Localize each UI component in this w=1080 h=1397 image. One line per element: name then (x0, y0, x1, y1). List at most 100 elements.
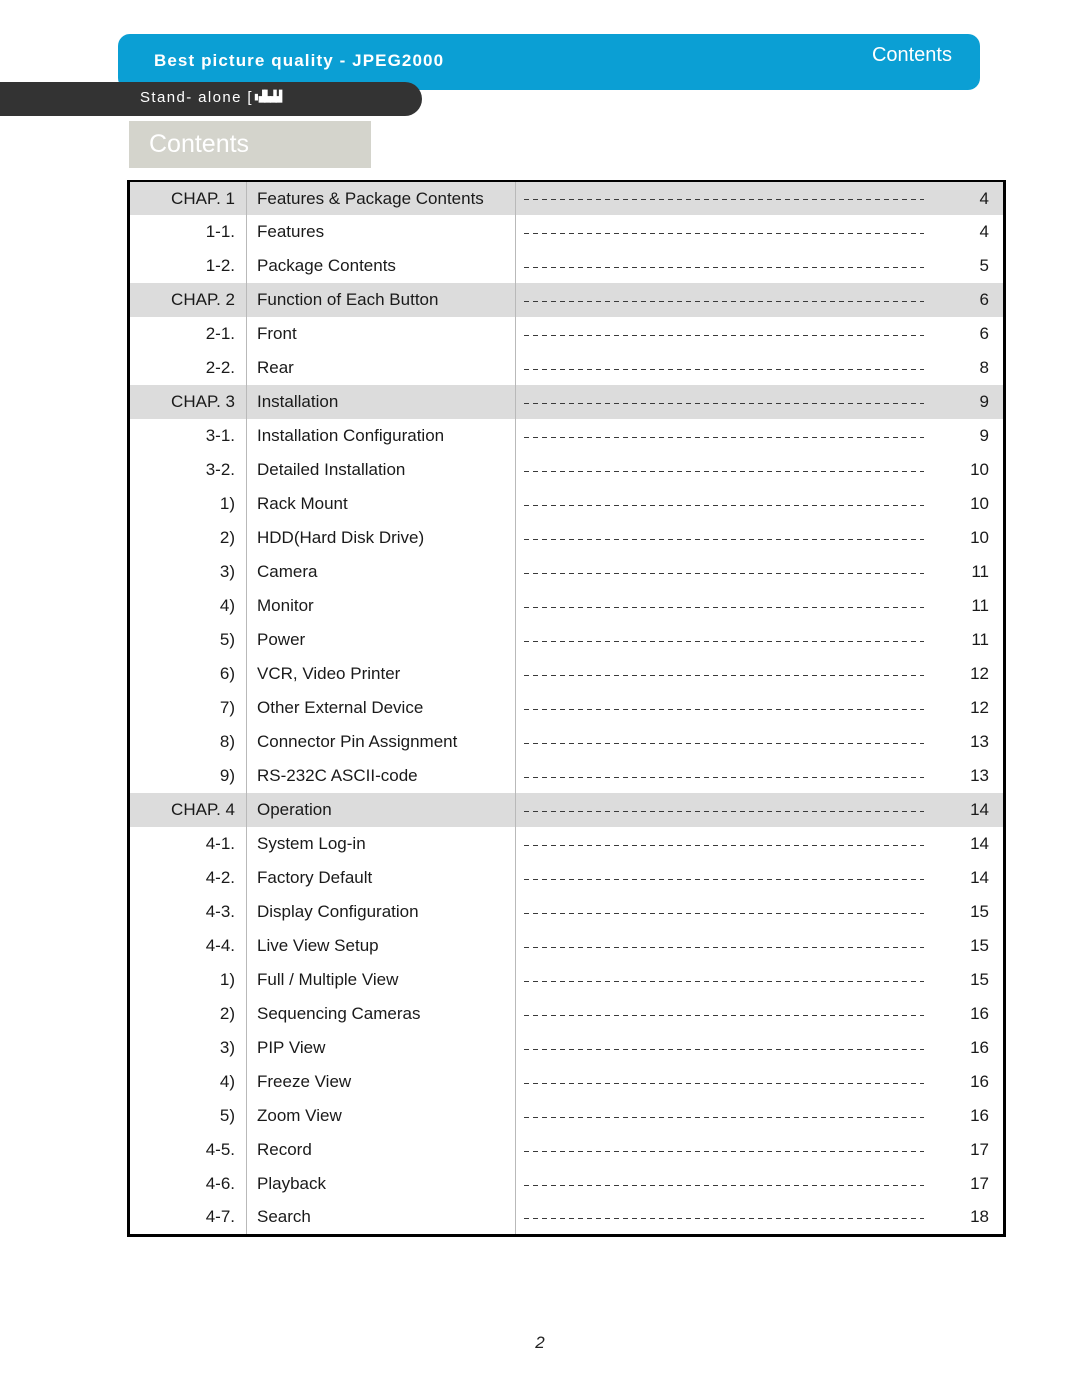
toc-row-title[interactable]: Live View Setup (246, 929, 516, 963)
toc-row-title[interactable]: Camera (246, 555, 516, 589)
leader-line (524, 504, 924, 506)
toc-row-title[interactable]: Installation Configuration (246, 419, 516, 453)
leader-line (524, 640, 924, 642)
toc-row-title[interactable]: Freeze View (246, 1065, 516, 1099)
toc-row[interactable]: 2) HDD(Hard Disk Drive) 10 (128, 521, 1005, 555)
toc-leader-dots (515, 385, 932, 419)
toc-row-title[interactable]: Factory Default (246, 861, 516, 895)
toc-row-title[interactable]: Front (246, 317, 516, 351)
toc-row[interactable]: 7) Other External Device 12 (128, 691, 1005, 725)
toc-leader-dots (515, 1201, 932, 1235)
toc-row-page-number: 13 (932, 725, 1005, 759)
header-tagline: Best picture quality - JPEG2000 (154, 51, 445, 70)
toc-row-title[interactable]: VCR, Video Printer (246, 657, 516, 691)
toc-row-title[interactable]: Detailed Installation (246, 453, 516, 487)
toc-row[interactable]: 3-1. Installation Configuration 9 (128, 419, 1005, 453)
toc-row[interactable]: 1) Rack Mount 10 (128, 487, 1005, 521)
toc-row-title[interactable]: Display Configuration (246, 895, 516, 929)
toc-row-title[interactable]: Power (246, 623, 516, 657)
toc-row-title[interactable]: Operation (246, 793, 516, 827)
toc-row[interactable]: 3) Camera 11 (128, 555, 1005, 589)
toc-row-number: CHAP. 3 (128, 385, 247, 419)
toc-row-title[interactable]: Zoom View (246, 1099, 516, 1133)
toc-row[interactable]: CHAP. 1 Features & Package Contents 4 (128, 181, 1005, 215)
leader-line (524, 810, 924, 812)
leader-line (524, 1014, 924, 1016)
toc-row[interactable]: CHAP. 3 Installation 9 (128, 385, 1005, 419)
toc-row-title[interactable]: PIP View (246, 1031, 516, 1065)
toc-row-title[interactable]: Rack Mount (246, 487, 516, 521)
toc-row-title[interactable]: HDD(Hard Disk Drive) (246, 521, 516, 555)
toc-row[interactable]: 5) Zoom View 16 (128, 1099, 1005, 1133)
toc-row-title[interactable]: Monitor (246, 589, 516, 623)
toc-row-number: 5) (128, 1099, 247, 1133)
toc-row-title[interactable]: Features & Package Contents (246, 181, 516, 215)
toc-row[interactable]: 4) Freeze View 16 (128, 1065, 1005, 1099)
leader-line (524, 199, 924, 200)
toc-row[interactable]: 4-7. Search 18 (128, 1201, 1005, 1235)
toc-row-title[interactable]: Function of Each Button (246, 283, 516, 317)
leader-line (524, 572, 924, 574)
toc-row[interactable]: 1-2. Package Contents 5 (128, 249, 1005, 283)
toc-leader-dots (515, 1167, 932, 1201)
toc-row[interactable]: CHAP. 4 Operation 14 (128, 793, 1005, 827)
toc-row[interactable]: 4-6. Playback 17 (128, 1167, 1005, 1201)
toc-row-number: 5) (128, 623, 247, 657)
toc-leader-dots (515, 453, 932, 487)
toc-row[interactable]: 4-4. Live View Setup 15 (128, 929, 1005, 963)
toc-row[interactable]: 4-3. Display Configuration 15 (128, 895, 1005, 929)
product-name-glyphs: ▮▟▙▟▟ (253, 90, 282, 103)
leader-line (524, 1116, 924, 1118)
toc-row-title[interactable]: Package Contents (246, 249, 516, 283)
toc-row-title[interactable]: Other External Device (246, 691, 516, 725)
toc-leader-dots (515, 317, 932, 351)
toc-row-number: 3) (128, 1031, 247, 1065)
toc-row-title[interactable]: Sequencing Cameras (246, 997, 516, 1031)
toc-row-page-number: 14 (932, 827, 1005, 861)
toc-row[interactable]: 9) RS-232C ASCII-code 13 (128, 759, 1005, 793)
toc-leader-dots (515, 725, 932, 759)
toc-row-title[interactable]: Rear (246, 351, 516, 385)
toc-row-number: 6) (128, 657, 247, 691)
toc-row-number: 4-6. (128, 1167, 247, 1201)
toc-body: CHAP. 1 Features & Package Contents 4 1-1. F… (128, 181, 1005, 1235)
toc-row[interactable]: 2-1. Front 6 (128, 317, 1005, 351)
toc-row-number: 4) (128, 1065, 247, 1099)
toc-row-title[interactable]: Connector Pin Assignment (246, 725, 516, 759)
leader-line (524, 1217, 924, 1219)
toc-row[interactable]: 1) Full / Multiple View 15 (128, 963, 1005, 997)
leader-line (524, 878, 924, 880)
toc-row-title[interactable]: Search (246, 1201, 516, 1235)
toc-row-title[interactable]: RS-232C ASCII-code (246, 759, 516, 793)
toc-row[interactable]: 4-1. System Log-in 14 (128, 827, 1005, 861)
toc-row-page-number: 9 (932, 419, 1005, 453)
toc-row-page-number: 17 (932, 1133, 1005, 1167)
toc-row[interactable]: 2) Sequencing Cameras 16 (128, 997, 1005, 1031)
toc-row-page-number: 16 (932, 1065, 1005, 1099)
toc-row[interactable]: 4-2. Factory Default 14 (128, 861, 1005, 895)
toc-row-number: 7) (128, 691, 247, 725)
toc-row-title[interactable]: Features (246, 215, 516, 249)
toc-row-number: 9) (128, 759, 247, 793)
toc-row-title[interactable]: System Log-in (246, 827, 516, 861)
toc-row[interactable]: 8) Connector Pin Assignment 13 (128, 725, 1005, 759)
toc-row[interactable]: CHAP. 2 Function of Each Button 6 (128, 283, 1005, 317)
toc-row[interactable]: 4-5. Record 17 (128, 1133, 1005, 1167)
leader-line (524, 300, 924, 302)
toc-row-title[interactable]: Playback (246, 1167, 516, 1201)
toc-leader-dots (515, 997, 932, 1031)
toc-row[interactable]: 5) Power 11 (128, 623, 1005, 657)
toc-leader-dots (515, 895, 932, 929)
toc-row[interactable]: 2-2. Rear 8 (128, 351, 1005, 385)
toc-row[interactable]: 3) PIP View 16 (128, 1031, 1005, 1065)
toc-row-number: 4-5. (128, 1133, 247, 1167)
toc-row[interactable]: 4) Monitor 11 (128, 589, 1005, 623)
toc-row-page-number: 6 (932, 317, 1005, 351)
toc-row-title[interactable]: Record (246, 1133, 516, 1167)
toc-row[interactable]: 6) VCR, Video Printer 12 (128, 657, 1005, 691)
toc-row-title[interactable]: Full / Multiple View (246, 963, 516, 997)
toc-row[interactable]: 3-2. Detailed Installation 10 (128, 453, 1005, 487)
toc-row[interactable]: 1-1. Features 4 (128, 215, 1005, 249)
toc-leader-dots (515, 623, 932, 657)
toc-row-title[interactable]: Installation (246, 385, 516, 419)
